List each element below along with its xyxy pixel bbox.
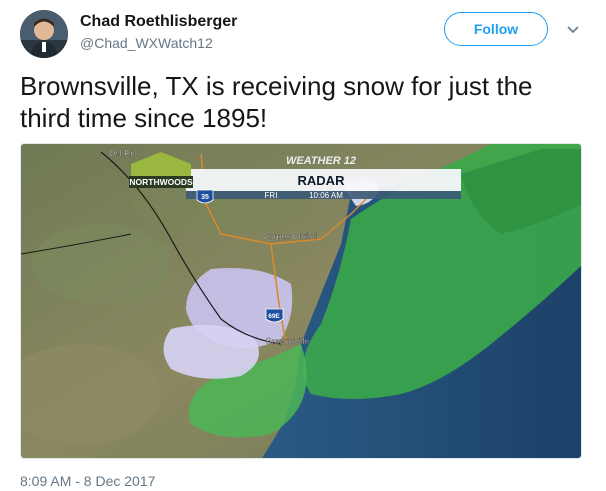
- author-display-name[interactable]: Chad Roethlisberger: [80, 13, 237, 31]
- highway-shield-69e: 69E: [265, 308, 284, 323]
- chevron-down-icon[interactable]: [565, 21, 581, 37]
- city-label-brownsville: Brownsville: [266, 336, 309, 346]
- svg-text:69E: 69E: [268, 313, 280, 320]
- day-label: FRI: [265, 191, 278, 200]
- follow-button[interactable]: Follow: [444, 12, 548, 46]
- tweet-timestamp[interactable]: 8:09 AM - 8 Dec 2017: [20, 473, 155, 489]
- highway-shield-35: 35: [196, 189, 214, 204]
- station-logo-text: WEATHER 12: [286, 155, 356, 167]
- author-handle[interactable]: @Chad_WXWatch12: [80, 35, 213, 51]
- product-title: RADAR: [298, 173, 346, 188]
- radar-map-image[interactable]: NORTHWOODS WEATHER 12 RADAR FRI 10:06 AM…: [20, 143, 582, 459]
- city-label-corpus-christi: Corpus Christi: [263, 231, 317, 241]
- tweet-text: Brownsville, TX is receiving snow for ju…: [20, 71, 533, 133]
- avatar-photo: [20, 10, 68, 58]
- avatar[interactable]: [20, 10, 68, 58]
- city-label-del-rio: Del Rio: [109, 148, 137, 158]
- time-label: 10:06 AM: [309, 191, 343, 200]
- sponsor-logo-text: NORTHWOODS: [129, 177, 193, 187]
- svg-text:35: 35: [201, 194, 209, 201]
